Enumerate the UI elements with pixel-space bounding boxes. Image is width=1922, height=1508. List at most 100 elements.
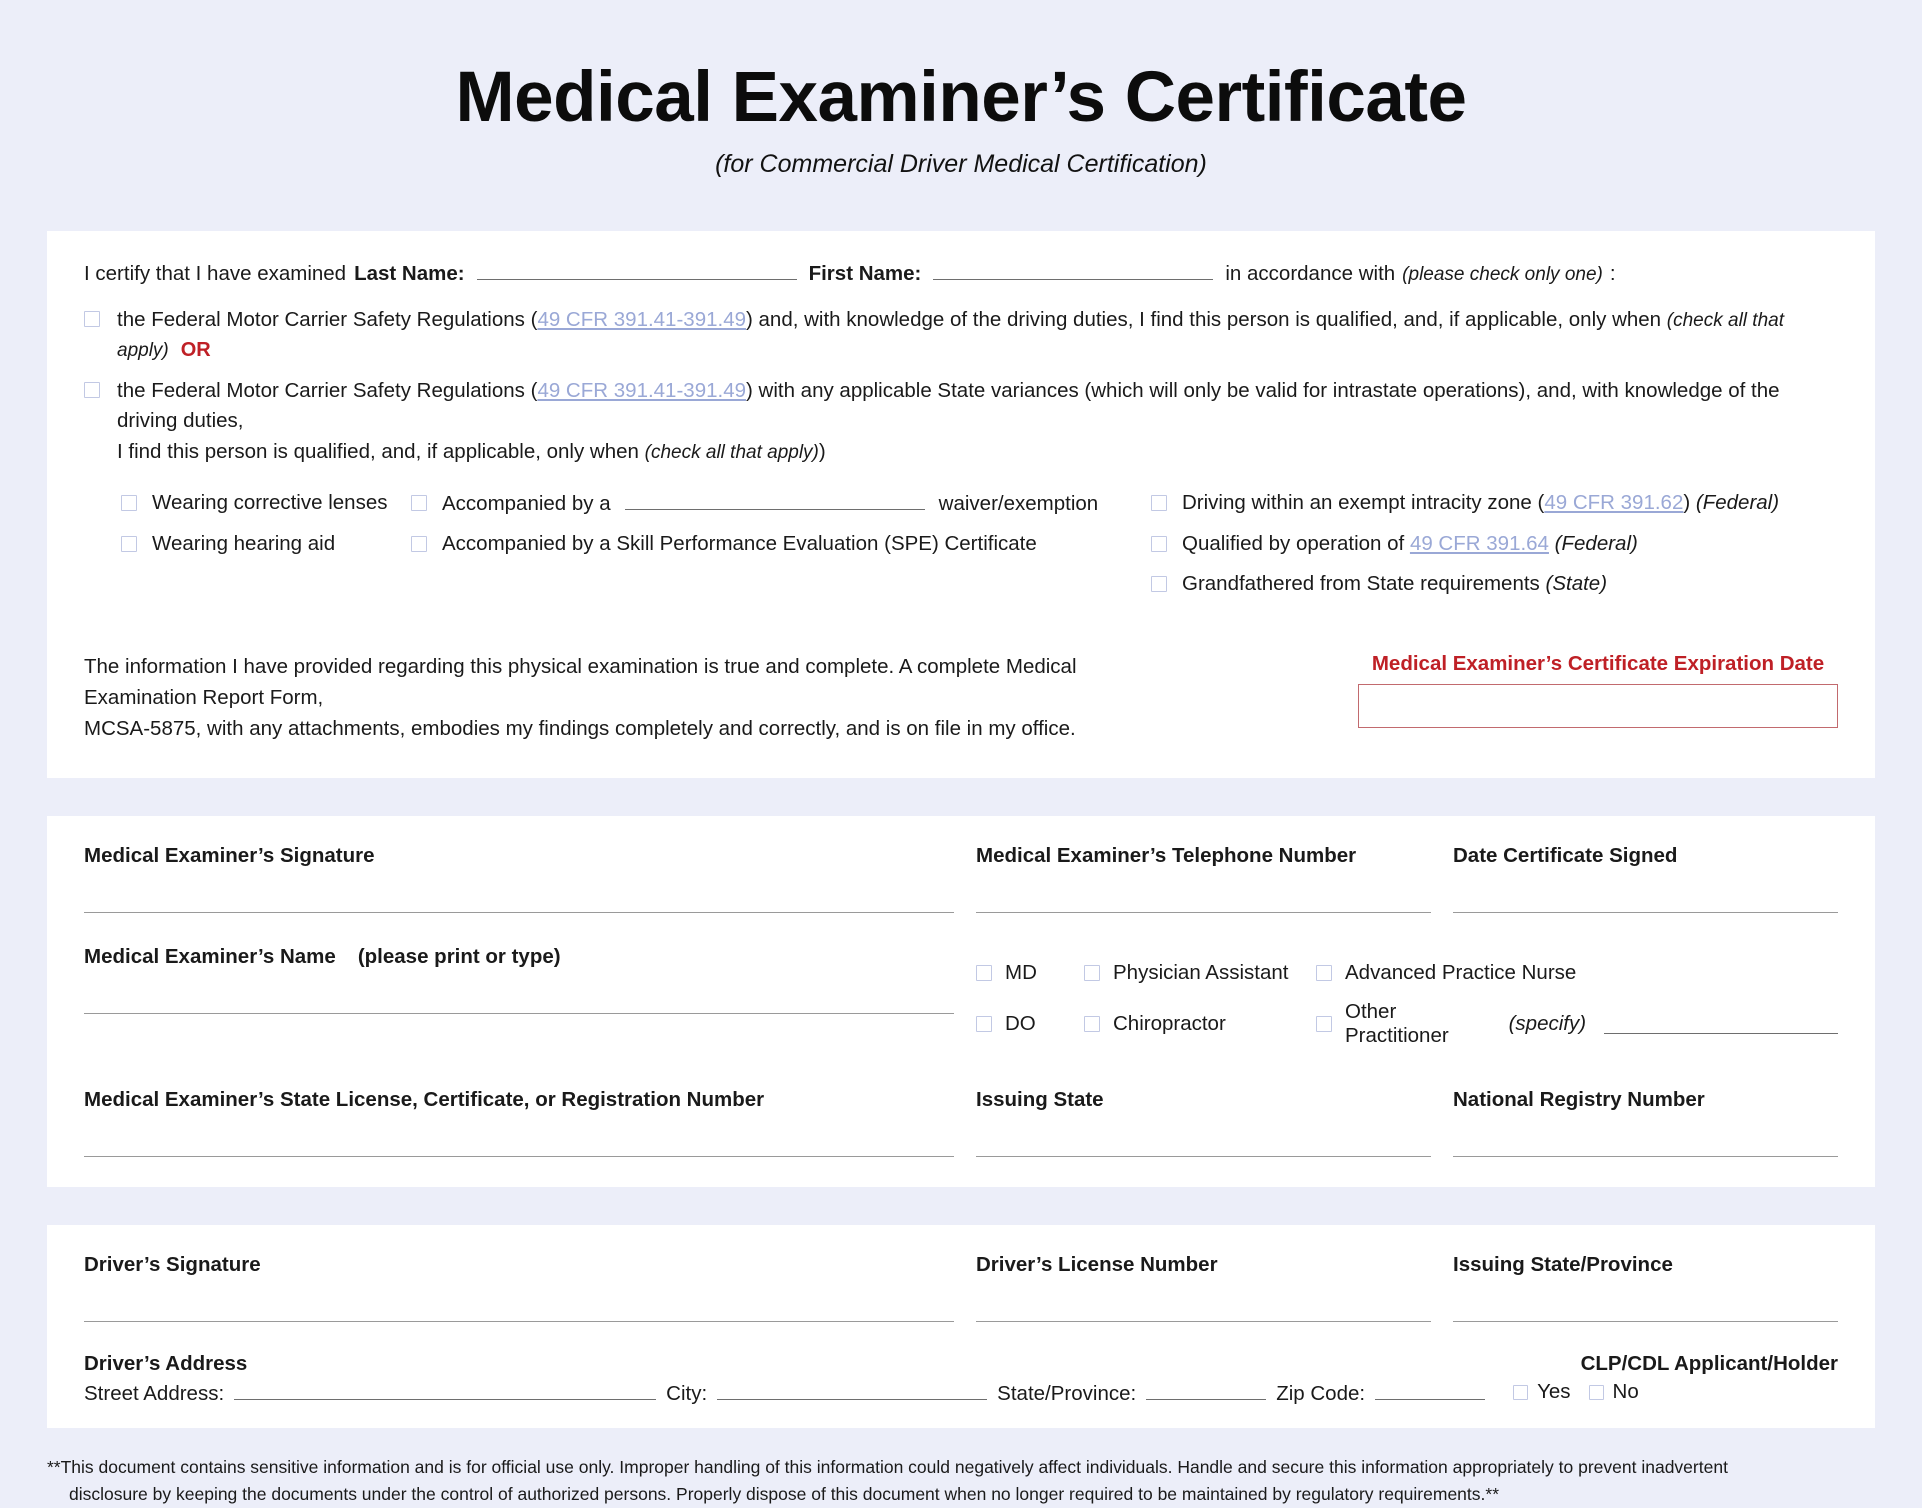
last-name-input[interactable] — [476, 261, 797, 281]
waiver-type-input[interactable] — [624, 491, 925, 510]
label-driver-address: Driver’s Address — [84, 1352, 248, 1376]
practitioner-checkbox-grid: MD Physician Assistant Advanced Practice… — [976, 961, 1838, 1048]
condition-grandfathered[interactable]: Grandfathered from State requirements (S… — [1151, 572, 1838, 596]
driver-section: Driver’s Signature Driver’s License Numb… — [47, 1225, 1875, 1428]
field-examiner-telephone: Medical Examiner’s Telephone Number — [976, 842, 1431, 914]
scope-qualified-by: (Federal) — [1554, 532, 1638, 555]
checkbox-hearing-aid[interactable] — [121, 536, 137, 552]
checkbox-md[interactable] — [976, 965, 992, 982]
field-examiner-name: Medical Examiner’s Name (please print or … — [84, 943, 954, 1048]
checkbox-accompanied-waiver[interactable] — [411, 495, 427, 511]
checkbox-grandfathered-state[interactable] — [1151, 576, 1167, 592]
label-zip-code: Zip Code: — [1276, 1381, 1366, 1405]
cfr-link-391-41-49-b[interactable]: 49 CFR 391.41-391.49 — [537, 379, 746, 402]
input-examiner-name[interactable] — [84, 1013, 954, 1015]
practitioner-md[interactable]: MD — [976, 961, 1084, 985]
input-other-practitioner[interactable] — [1604, 1015, 1838, 1034]
qualification-conditions-grid: Wearing corrective lenses Accompanied by… — [84, 491, 1838, 596]
input-examiner-signature[interactable] — [84, 912, 954, 914]
checkbox-do[interactable] — [976, 1016, 992, 1033]
condition-spe-certificate[interactable]: Accompanied by a Skill Performance Evalu… — [411, 532, 1151, 556]
checkbox-clp-no[interactable] — [1588, 1384, 1604, 1400]
footer-line-1: **This document contains sensitive infor… — [47, 1456, 1728, 1477]
label-physician-assistant: Physician Assistant — [1113, 961, 1289, 985]
attestation-line-1: The information I have provided regardin… — [84, 655, 1077, 709]
checkbox-advanced-practice-nurse[interactable] — [1316, 965, 1332, 982]
state-option-line2-post: ) — [818, 440, 826, 464]
practitioner-do[interactable]: DO — [976, 1000, 1084, 1048]
examiner-row-1: Medical Examiner’s Signature Medical Exa… — [84, 842, 1838, 914]
page-title: Medical Examiner’s Certificate — [455, 58, 1468, 137]
label-spe-certificate: Accompanied by a Skill Performance Evalu… — [442, 532, 1037, 555]
label-date-certificate-signed: Date Certificate Signed — [1453, 844, 1678, 868]
regulation-option-state-variance[interactable]: the Federal Motor Carrier Safety Regulat… — [84, 376, 1838, 467]
practitioner-advanced-practice-nurse[interactable]: Advanced Practice Nurse — [1316, 961, 1838, 985]
label-city: City: — [666, 1381, 708, 1405]
checkbox-corrective-lenses[interactable] — [121, 495, 137, 511]
expiration-date-block: Medical Examiner’s Certificate Expiratio… — [1358, 652, 1838, 728]
cfr-link-391-41-49-a[interactable]: 49 CFR 391.41-391.49 — [537, 308, 746, 331]
input-driver-issuing-state[interactable] — [1453, 1321, 1838, 1323]
input-street-address[interactable] — [234, 1381, 657, 1400]
label-state-province: State/Province: — [997, 1381, 1137, 1405]
condition-qualified-by-operation[interactable]: Qualified by operation of 49 CFR 391.64 … — [1151, 532, 1838, 556]
examiner-row-2: Medical Examiner’s Name (please print or … — [84, 943, 1838, 1048]
input-examiner-issuing-state[interactable] — [976, 1156, 1431, 1158]
or-separator: OR — [180, 338, 211, 361]
accordance-colon: : — [1609, 262, 1616, 286]
condition-accompanied-waiver[interactable]: Accompanied by a waiver/exemption — [411, 491, 1151, 516]
checkbox-physician-assistant[interactable] — [1084, 965, 1100, 982]
label-exempt-intracity-pre: Driving within an exempt intracity zone … — [1182, 491, 1545, 514]
checkbox-federal-regulations[interactable] — [84, 311, 100, 328]
regulation-option-federal[interactable]: the Federal Motor Carrier Safety Regulat… — [84, 305, 1838, 365]
checkbox-chiropractor[interactable] — [1084, 1016, 1100, 1033]
label-examiner-name: Medical Examiner’s Name (please print or … — [84, 945, 954, 969]
field-driver-signature: Driver’s Signature — [84, 1251, 954, 1323]
cond-grid-spacer-a — [121, 572, 411, 596]
field-date-certificate-signed: Date Certificate Signed — [1453, 842, 1838, 914]
medical-examiner-section: Medical Examiner’s Signature Medical Exa… — [47, 816, 1875, 1188]
first-name-input[interactable] — [933, 261, 1214, 281]
field-driver-issuing-state: Issuing State/Province — [1453, 1251, 1838, 1323]
condition-exempt-intracity[interactable]: Driving within an exempt intracity zone … — [1151, 491, 1838, 516]
last-name-label: Last Name: — [354, 262, 465, 286]
input-zip-code[interactable] — [1375, 1381, 1486, 1400]
input-city[interactable] — [717, 1381, 988, 1400]
input-national-registry-number[interactable] — [1453, 1156, 1838, 1158]
label-grandfathered: Grandfathered from State requirements — [1182, 572, 1540, 595]
clp-no-option[interactable]: No — [1588, 1380, 1639, 1404]
label-md: MD — [1005, 961, 1037, 985]
checkbox-exempt-intracity-zone[interactable] — [1151, 495, 1167, 511]
input-examiner-telephone[interactable] — [976, 912, 1431, 914]
clp-yes-option[interactable]: Yes — [1513, 1380, 1571, 1404]
practitioner-physician-assistant[interactable]: Physician Assistant — [1084, 961, 1316, 985]
checkbox-qualified-by-operation[interactable] — [1151, 536, 1167, 552]
checkbox-other-practitioner[interactable] — [1316, 1016, 1332, 1033]
page-subtitle: (for Commercial Driver Medical Certifica… — [715, 150, 1207, 179]
label-examiner-name-note: (please print or type) — [357, 945, 561, 969]
checkbox-state-variance-regulations[interactable] — [84, 381, 100, 398]
input-driver-license-number[interactable] — [976, 1321, 1431, 1323]
state-variance-option-text: the Federal Motor Carrier Safety Regulat… — [117, 376, 1838, 467]
input-date-certificate-signed[interactable] — [1453, 912, 1838, 914]
input-state-province[interactable] — [1146, 1381, 1267, 1400]
checkbox-spe-certificate[interactable] — [411, 536, 427, 552]
examiner-spacer-1 — [84, 913, 1838, 943]
condition-hearing-aid[interactable]: Wearing hearing aid — [121, 532, 411, 556]
first-name-label: First Name: — [808, 262, 922, 286]
certification-section: I certify that I have examined Last Name… — [47, 231, 1875, 779]
condition-corrective-lenses[interactable]: Wearing corrective lenses — [121, 491, 411, 516]
state-option-pre: the Federal Motor Carrier Safety Regulat… — [117, 378, 538, 402]
driver-row-1: Driver’s Signature Driver’s License Numb… — [84, 1251, 1838, 1323]
attestation-text: The information I have provided regardin… — [84, 652, 1164, 744]
input-examiner-license[interactable] — [84, 1156, 954, 1158]
checkbox-clp-yes[interactable] — [1513, 1384, 1529, 1400]
cfr-link-391-62[interactable]: 49 CFR 391.62 — [1544, 491, 1683, 514]
input-driver-signature[interactable] — [84, 1321, 954, 1323]
expiration-date-input[interactable] — [1358, 684, 1838, 728]
label-examiner-signature: Medical Examiner’s Signature — [84, 844, 375, 868]
cfr-link-391-64[interactable]: 49 CFR 391.64 — [1410, 532, 1549, 555]
federal-option-post: ) and, with knowledge of the driving dut… — [746, 308, 1662, 332]
practitioner-chiropractor[interactable]: Chiropractor — [1084, 1000, 1316, 1048]
practitioner-other[interactable]: Other Practitioner (specify) — [1316, 1000, 1838, 1048]
